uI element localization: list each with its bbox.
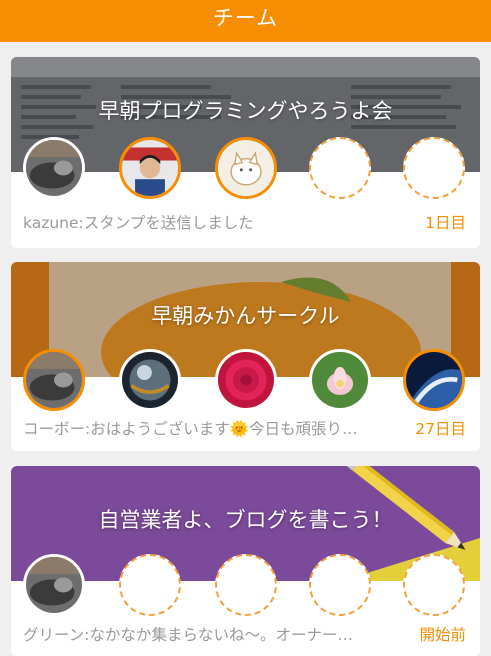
- empty-member-slot[interactable]: [309, 137, 371, 199]
- team-card[interactable]: 早朝プログラミングやろうよ会 kazune:スタンプを送信しました 1日目: [11, 57, 480, 248]
- member-avatars: [11, 137, 480, 203]
- team-name: 自営業者よ、ブログを書こう！: [98, 508, 393, 532]
- empty-member-slot[interactable]: [119, 554, 181, 616]
- member-avatar-cat-drawing[interactable]: [215, 137, 277, 199]
- team-card[interactable]: 早朝みかんサークル コーボー:おはようございます🌞今日も頑張り… 27日目: [11, 262, 480, 451]
- member-avatar-lotus[interactable]: [309, 349, 371, 411]
- card-footer: グリーン:なかなか集まらないね〜。オーナー… 開始前: [11, 619, 480, 649]
- member-avatar-sphere[interactable]: [119, 349, 181, 411]
- page-title: チーム: [212, 6, 279, 30]
- day-status: 27日目: [415, 420, 466, 438]
- member-avatar-earth[interactable]: [403, 349, 465, 411]
- member-avatar-rose[interactable]: [215, 349, 277, 411]
- last-message: グリーン:なかなか集まらないね〜。オーナー…: [23, 626, 353, 644]
- member-avatars: [11, 349, 480, 415]
- member-avatar-cat[interactable]: [23, 554, 85, 616]
- team-card[interactable]: 自営業者よ、ブログを書こう！ グリーン:なかなか集まらないね〜。オーナー… 開始…: [11, 466, 480, 656]
- empty-member-slot[interactable]: [215, 554, 277, 616]
- card-footer: コーボー:おはようございます🌞今日も頑張り… 27日目: [11, 413, 480, 443]
- member-avatar-cat[interactable]: [23, 349, 85, 411]
- empty-member-slot[interactable]: [403, 554, 465, 616]
- member-avatars: [11, 554, 480, 620]
- nav-bar: チーム: [0, 0, 491, 42]
- day-status: 開始前: [419, 626, 466, 644]
- team-name: 早朝プログラミングやろうよ会: [98, 99, 393, 123]
- team-name: 早朝みかんサークル: [151, 304, 340, 328]
- day-status: 1日目: [425, 214, 466, 232]
- member-avatar-person[interactable]: [119, 137, 181, 199]
- last-message: kazune:スタンプを送信しました: [23, 214, 254, 232]
- last-message: コーボー:おはようございます🌞今日も頑張り…: [23, 420, 358, 438]
- empty-member-slot[interactable]: [309, 554, 371, 616]
- empty-member-slot[interactable]: [403, 137, 465, 199]
- member-avatar-cat[interactable]: [23, 137, 85, 199]
- card-footer: kazune:スタンプを送信しました 1日目: [11, 207, 480, 237]
